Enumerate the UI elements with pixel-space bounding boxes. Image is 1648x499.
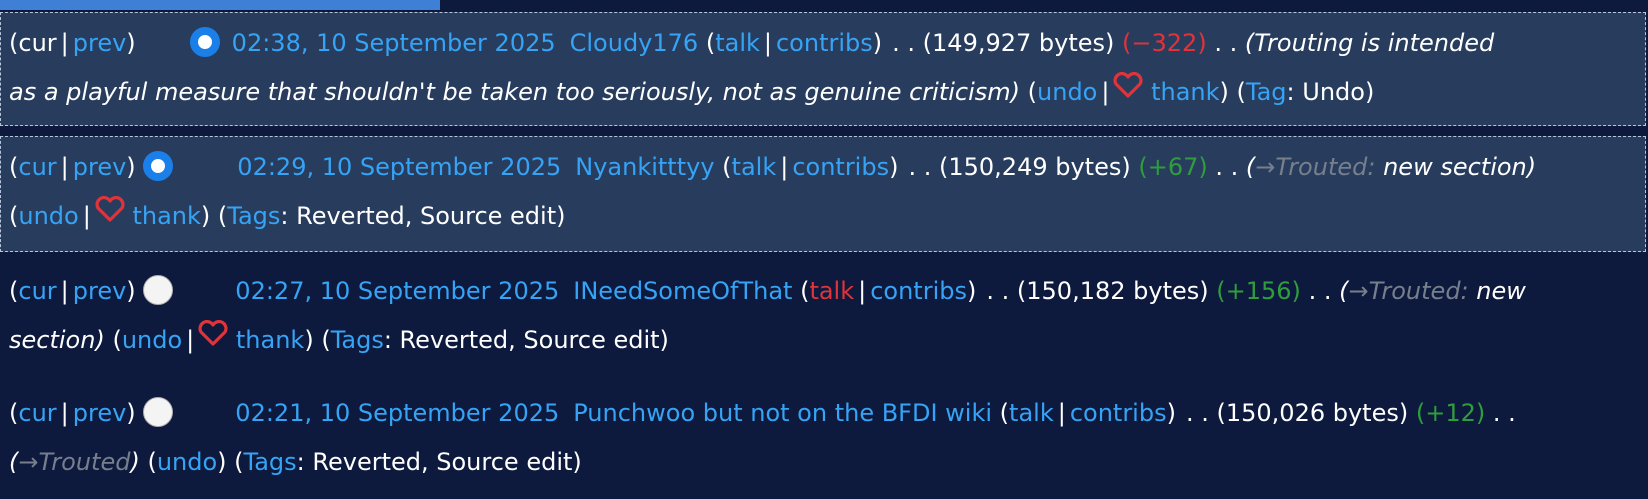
history-entry: (cur | prev) 02:21, 10 September 2025 Punch… (9, 397, 1516, 476)
edit-summary: new (1476, 277, 1526, 305)
talk-link[interactable]: talk (715, 29, 760, 57)
dots: . . (1185, 399, 1209, 427)
cur-link[interactable]: cur (18, 399, 56, 427)
timestamp-link[interactable]: 02:29, 10 September 2025 (237, 153, 561, 181)
prev-link[interactable]: prev (73, 399, 127, 427)
talk-link[interactable]: talk (809, 277, 854, 305)
edit-summary-continued: as a playful measure that shouldn't be t… (9, 78, 1021, 106)
section-name: Trouted: (1368, 277, 1469, 305)
section-arrow-link[interactable]: → (1348, 277, 1368, 305)
progress-bar (0, 0, 440, 10)
diff-radio-button[interactable] (143, 151, 174, 181)
cur-link[interactable]: cur (18, 153, 56, 181)
prev-link[interactable]: prev (73, 29, 127, 57)
contribs-link[interactable]: contribs (792, 153, 889, 181)
size-diff: (+67) (1138, 153, 1208, 181)
user-link[interactable]: Cloudy176 (570, 29, 699, 57)
size-diff: (−322) (1122, 29, 1207, 57)
user-link[interactable]: Punchwoo but not on the BFDI wiki (573, 399, 992, 427)
size-diff: (+156) (1216, 277, 1301, 305)
talk-link[interactable]: talk (732, 153, 777, 181)
section-arrow-link[interactable]: → (18, 448, 38, 476)
section-name: Trouted: (1275, 153, 1376, 181)
tag-values: : Undo) (1286, 78, 1375, 106)
edit-summary: (Trouting is intended (1244, 29, 1495, 57)
user-link[interactable]: Nyankitttyy (575, 153, 714, 181)
tags-link[interactable]: Tags (227, 202, 280, 230)
tag-values: : Reverted, Source edit) (296, 448, 582, 476)
prev-link[interactable]: prev (73, 153, 127, 181)
undo-link[interactable]: undo (122, 326, 182, 354)
heart-icon (95, 192, 125, 239)
cur-label: cur (18, 29, 57, 57)
cur-link[interactable]: cur (18, 277, 56, 305)
contribs-link[interactable]: contribs (776, 29, 873, 57)
diff-radio-button[interactable] (189, 27, 220, 57)
prev-link[interactable]: prev (73, 277, 127, 305)
thank-link[interactable]: thank (236, 326, 304, 354)
diff-radio-button[interactable] (143, 397, 174, 427)
size-diff: (+12) (1415, 399, 1486, 427)
talk-link[interactable]: talk (1009, 399, 1054, 427)
tags-link[interactable]: Tags (331, 326, 384, 354)
history-entry: (cur | prev) 02:29, 10 September 2025 Nyank… (0, 136, 1646, 252)
byte-size: (150,026 bytes) (1216, 399, 1409, 427)
tag-values: : Reverted, Source edit) (280, 202, 566, 230)
contribs-link[interactable]: contribs (1070, 399, 1167, 427)
diff-radio-button[interactable] (143, 275, 174, 305)
edit-summary-continued: section) (9, 326, 105, 354)
edit-summary: new section) (1383, 153, 1537, 181)
contribs-link[interactable]: contribs (870, 277, 967, 305)
timestamp-link[interactable]: 02:27, 10 September 2025 (235, 277, 559, 305)
thank-link[interactable]: thank (132, 202, 200, 230)
heart-icon (198, 316, 228, 363)
dots: . . (1214, 29, 1238, 57)
undo-link[interactable]: undo (157, 448, 217, 476)
dots: . . (986, 277, 1010, 305)
byte-size: (149,927 bytes) (922, 29, 1115, 57)
tag-values: : Reverted, Source edit) (383, 326, 669, 354)
byte-size: (150,182 bytes) (1016, 277, 1209, 305)
thank-link[interactable]: thank (1151, 78, 1219, 106)
undo-link[interactable]: undo (1037, 78, 1097, 106)
tags-link[interactable]: Tags (244, 448, 297, 476)
dots: . . (1215, 153, 1239, 181)
history-entry: (cur | prev) 02:27, 10 September 2025 INeed… (0, 260, 1646, 376)
dots: . . (1308, 277, 1332, 305)
tag-link[interactable]: Tag (1246, 78, 1287, 106)
byte-size: (150,249 bytes) (939, 153, 1131, 181)
dots: . . (908, 153, 932, 181)
timestamp-link[interactable]: 02:21, 10 September 2025 (235, 399, 559, 427)
user-link[interactable]: INeedSomeOfThat (573, 277, 792, 305)
section-name: Trouted (38, 448, 131, 476)
dots: . . (892, 29, 916, 57)
dots: . . (1492, 399, 1516, 427)
timestamp-link[interactable]: 02:38, 10 September 2025 (232, 29, 556, 57)
section-arrow-link[interactable]: → (1255, 153, 1275, 181)
heart-icon (1113, 68, 1143, 115)
history-entry: (cur | prev) 02:38, 10 September 2025 Cloudy… (0, 12, 1646, 126)
undo-link[interactable]: undo (18, 202, 78, 230)
